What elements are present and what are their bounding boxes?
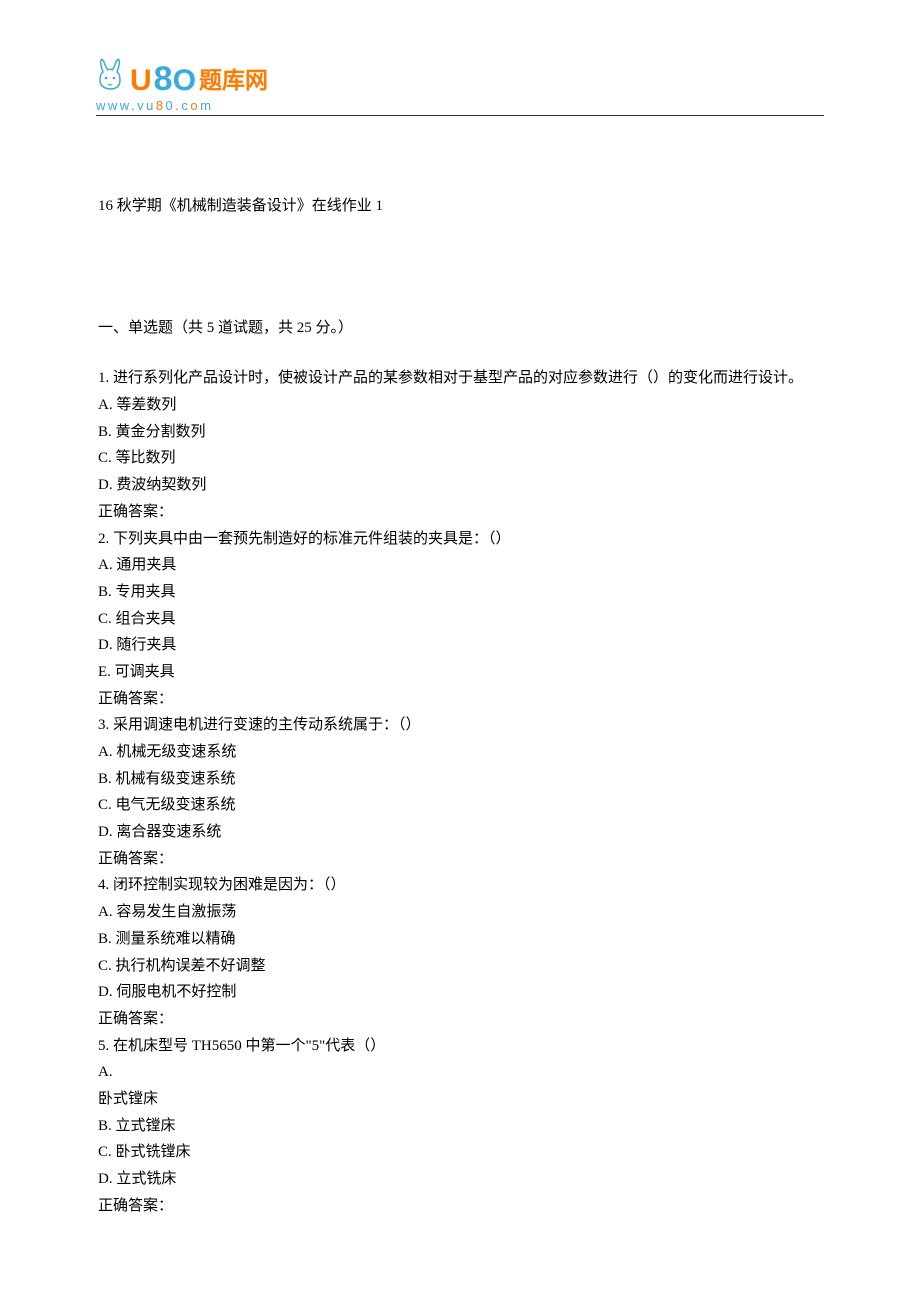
option-d: D. 费波纳契数列	[98, 472, 822, 499]
option-c: C. 执行机构误差不好调整	[98, 953, 822, 980]
logo-url: www.vu80.com	[96, 98, 824, 113]
answer-label: 正确答案：	[98, 1193, 822, 1220]
option-d: D. 伺服电机不好控制	[98, 979, 822, 1006]
option-d: D. 随行夹具	[98, 632, 822, 659]
option-b: B. 测量系统难以精确	[98, 926, 822, 953]
logo-letter-u: U	[130, 64, 152, 98]
option-c: C. 电气无级变速系统	[98, 792, 822, 819]
question-1: 1. 进行系列化产品设计时，使被设计产品的某参数相对于基型产品的对应参数进行（）…	[98, 365, 822, 525]
header-divider	[96, 115, 824, 116]
section-heading: 一、单选题（共 5 道试题，共 25 分。）	[98, 315, 822, 342]
option-c: C. 等比数列	[98, 445, 822, 472]
option-a: A. 等差数列	[98, 392, 822, 419]
question-stem: 2. 下列夹具中由一套预先制造好的标准元件组装的夹具是：（）	[98, 526, 822, 553]
option-b: B. 专用夹具	[98, 579, 822, 606]
page-header: U 8 O 题库网 www.vu80.com	[96, 58, 824, 116]
option-d: D. 立式铣床	[98, 1166, 822, 1193]
option-a: A. 机械无级变速系统	[98, 739, 822, 766]
logo-text: U 8 O 题库网	[130, 60, 268, 99]
option-b: B. 机械有级变速系统	[98, 766, 822, 793]
answer-label: 正确答案：	[98, 846, 822, 873]
option-a: A. 容易发生自激振荡	[98, 899, 822, 926]
option-b: B. 立式镗床	[98, 1113, 822, 1140]
option-a-wrap: 卧式镗床	[98, 1086, 822, 1113]
logo-digit-0: O	[173, 64, 196, 98]
rabbit-icon	[96, 58, 128, 99]
question-5: 5. 在机床型号 TH5650 中第一个"5"代表（） A. 卧式镗床 B. 立…	[98, 1033, 822, 1220]
answer-label: 正确答案：	[98, 686, 822, 713]
document-title: 16 秋学期《机械制造装备设计》在线作业 1	[98, 193, 822, 220]
option-e: E. 可调夹具	[98, 659, 822, 686]
option-c: C. 组合夹具	[98, 606, 822, 633]
question-stem: 4. 闭环控制实现较为困难是因为：（）	[98, 872, 822, 899]
logo-digit-8: 8	[154, 60, 173, 99]
answer-label: 正确答案：	[98, 1006, 822, 1033]
question-4: 4. 闭环控制实现较为困难是因为：（） A. 容易发生自激振荡 B. 测量系统难…	[98, 872, 822, 1032]
logo-chinese-text: 题库网	[199, 61, 268, 95]
question-stem: 1. 进行系列化产品设计时，使被设计产品的某参数相对于基型产品的对应参数进行（）…	[98, 365, 822, 392]
question-stem: 5. 在机床型号 TH5650 中第一个"5"代表（）	[98, 1033, 822, 1060]
option-a: A.	[98, 1059, 822, 1086]
option-c: C. 卧式铣镗床	[98, 1139, 822, 1166]
answer-label: 正确答案：	[98, 499, 822, 526]
question-3: 3. 采用调速电机进行变速的主传动系统属于：（） A. 机械无级变速系统 B. …	[98, 712, 822, 872]
site-logo: U 8 O 题库网	[96, 58, 824, 99]
question-stem: 3. 采用调速电机进行变速的主传动系统属于：（）	[98, 712, 822, 739]
option-a: A. 通用夹具	[98, 552, 822, 579]
option-b: B. 黄金分割数列	[98, 419, 822, 446]
question-2: 2. 下列夹具中由一套预先制造好的标准元件组装的夹具是：（） A. 通用夹具 B…	[98, 526, 822, 713]
document-content: 16 秋学期《机械制造装备设计》在线作业 1 一、单选题（共 5 道试题，共 2…	[98, 193, 822, 1219]
option-d: D. 离合器变速系统	[98, 819, 822, 846]
